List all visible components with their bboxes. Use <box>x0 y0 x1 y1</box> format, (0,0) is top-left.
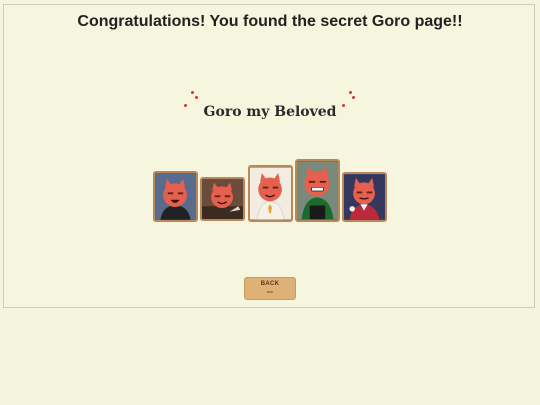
sparkle-decoration <box>352 96 355 99</box>
goro-portrait-1 <box>155 173 196 220</box>
sparkle-decoration <box>349 91 352 94</box>
sparkle-decoration <box>191 91 194 94</box>
goro-portrait-2 <box>202 179 243 219</box>
back-button-sublabel: esc <box>266 289 274 294</box>
content-panel <box>3 4 535 308</box>
goro-card-3[interactable] <box>248 165 293 222</box>
goro-card-1[interactable] <box>153 171 198 222</box>
sparkle-decoration <box>195 96 198 99</box>
goro-portrait-3 <box>250 167 291 220</box>
back-button-label: BACK <box>260 281 280 287</box>
goro-card-2[interactable] <box>200 177 245 221</box>
goro-portrait-4 <box>297 161 338 220</box>
back-button[interactable]: BACK esc <box>244 277 296 300</box>
goro-card-5[interactable] <box>342 172 387 222</box>
goro-card-4[interactable] <box>295 159 340 222</box>
goro-portrait-5 <box>344 174 385 220</box>
page-title: Congratulations! You found the secret Go… <box>77 13 463 30</box>
gallery-title: Goro my Beloved <box>203 104 337 120</box>
